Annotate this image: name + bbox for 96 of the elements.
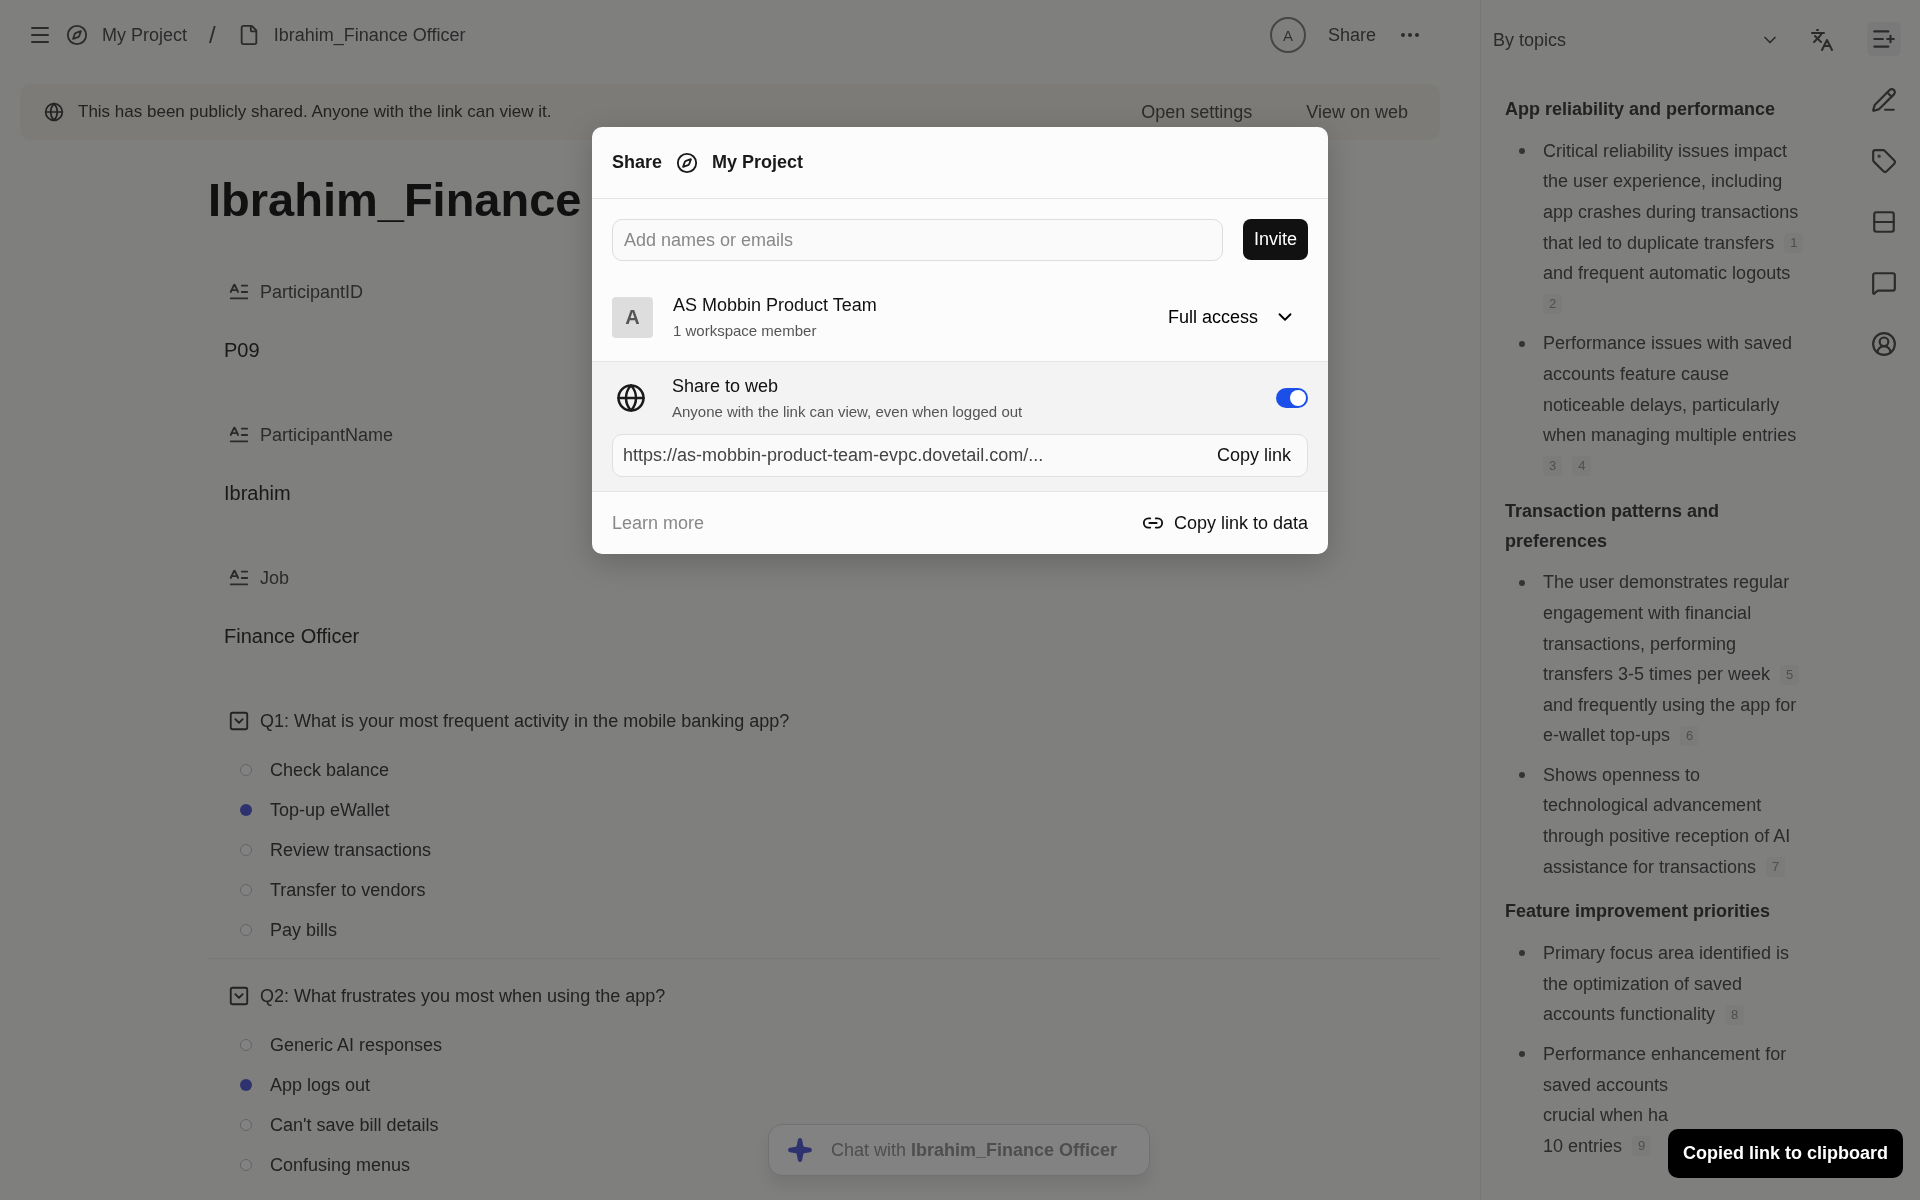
option-label: Pay bills xyxy=(270,919,338,941)
radio-dot[interactable] xyxy=(240,1119,252,1131)
bullet-dot xyxy=(1519,579,1525,586)
summary-text: Critical reliability issues impact xyxy=(1543,140,1788,162)
summary-text: the optimization of saved xyxy=(1543,973,1743,995)
section-heading: Feature improvement priorities xyxy=(1505,900,1772,924)
summary-text: 10 entries xyxy=(1543,1135,1623,1157)
summary-text: and frequent automatic logouts xyxy=(1543,263,1791,285)
option-label: Transfer to vendors xyxy=(270,879,426,901)
option-label: Confusing menus xyxy=(270,1154,411,1176)
field-value: Ibrahim xyxy=(224,482,291,505)
user-avatar: A xyxy=(1269,17,1306,53)
radio-dot[interactable] xyxy=(240,764,252,776)
compass-icon xyxy=(676,151,699,174)
summary-text: transactions, performing xyxy=(1543,633,1737,655)
access-dropdown[interactable]: Full access xyxy=(1167,306,1308,328)
breadcrumb-link[interactable]: Ibrahim_Finance Officer xyxy=(273,24,466,46)
bullet-dot xyxy=(1519,148,1525,154)
sparkle-icon xyxy=(787,1137,813,1163)
summary-text: app crashes during transactions xyxy=(1543,202,1799,223)
summary-text: accounts functionality xyxy=(1543,1004,1716,1026)
breadcrumb-link[interactable]: My Project xyxy=(102,24,188,46)
summary-text: The user demonstrates regular xyxy=(1543,572,1790,594)
grouping-select[interactable]: By topics xyxy=(1493,29,1780,51)
summary-text: technological advancement xyxy=(1543,795,1762,817)
field-value: Finance Officer xyxy=(224,625,360,648)
radio-dot[interactable] xyxy=(240,844,252,856)
summary-text: the user experience, including xyxy=(1543,171,1783,193)
globe-icon xyxy=(44,102,64,122)
section-heading: App reliability and performance xyxy=(1505,98,1777,121)
summary-text: e-wallet top-ups xyxy=(1543,725,1671,747)
option-label: Review transactions xyxy=(270,839,432,861)
globe-icon xyxy=(616,383,646,413)
field-label: ParticipantID xyxy=(260,281,364,303)
summary-text: when managing multiple entries xyxy=(1543,425,1797,447)
document-title: Ibrahim_Finance xyxy=(208,172,582,228)
link-field[interactable]: https://as-mobbin-product-team-evpc.dovetail.com/... Copy link xyxy=(612,434,1308,477)
field-label: Job xyxy=(260,567,290,589)
share-web-title: Share to web xyxy=(672,376,780,397)
bullet-dot xyxy=(1519,340,1525,347)
radio-dot[interactable] xyxy=(240,1159,252,1171)
summary-text: that led to duplicate transfers xyxy=(1543,232,1775,254)
bullet-dot xyxy=(1519,950,1525,957)
summary-text: crucial when ha xyxy=(1543,1105,1669,1127)
option-label: Top-up eWallet xyxy=(270,799,390,821)
compass-icon xyxy=(66,24,88,46)
list-plus-icon[interactable] xyxy=(1867,22,1901,56)
summary-text: Performance enhancement for xyxy=(1543,1044,1787,1066)
bullet-dot xyxy=(1519,1051,1525,1058)
bullet-dot xyxy=(1519,772,1525,779)
translate-icon[interactable] xyxy=(1810,28,1834,52)
team-detail: 1 workspace member xyxy=(673,322,818,339)
share-button[interactable]: Share xyxy=(1319,20,1384,50)
banner-link[interactable]: View on web xyxy=(1298,97,1416,127)
field-label: ParticipantName xyxy=(260,424,394,446)
team-name: AS Mobbin Product Team xyxy=(673,295,878,316)
summary-text: transfers 3-5 times per week xyxy=(1543,664,1771,686)
summary-text: through positive reception of AI xyxy=(1543,826,1791,848)
select-field-icon xyxy=(228,710,250,732)
dialog-title: Share xyxy=(612,152,663,173)
question-label: Q2: What frustrates you most when using the app? xyxy=(260,985,666,1007)
option-label: Generic AI responses xyxy=(270,1034,443,1056)
radio-dot[interactable] xyxy=(240,1039,252,1051)
section-heading: Transaction patterns and preferences xyxy=(1505,499,1721,553)
breadcrumb-separator: / xyxy=(209,21,216,49)
summary-text: Primary focus area identified is xyxy=(1543,943,1790,965)
summary-text: saved accounts xyxy=(1543,1074,1669,1096)
question-label: Q1: What is your most frequent activity in the mobile banking app? xyxy=(260,710,790,732)
invite-field[interactable]: Add names or emails xyxy=(612,219,1223,261)
select-field-icon xyxy=(228,985,250,1007)
invite-button[interactable]: Invite xyxy=(1242,219,1308,260)
summary-text: Performance issues with saved xyxy=(1543,333,1793,355)
summary-text: noticeable delays, particularly xyxy=(1543,394,1780,416)
copy-link-button[interactable]: Copy link xyxy=(1210,444,1297,467)
share-web-subtitle: Anyone with the link can view, even when logged out xyxy=(672,403,1024,420)
banner-text: This has been publicly shared. Anyone with the link can view it. xyxy=(78,102,553,122)
learn-more-link[interactable]: Learn more xyxy=(612,512,705,534)
option-label: Check balance xyxy=(270,759,390,781)
field-value: P09 xyxy=(224,339,260,362)
radio-dot[interactable] xyxy=(240,1079,252,1091)
share-web-toggle[interactable] xyxy=(1276,388,1308,408)
summary-text: engagement with financial xyxy=(1543,602,1752,624)
radio-dot[interactable] xyxy=(240,884,252,896)
project-name: My Project xyxy=(712,152,804,173)
radio-dot[interactable] xyxy=(240,804,252,816)
option-label: App logs out xyxy=(270,1074,371,1096)
option-label: Can't save bill details xyxy=(270,1114,439,1136)
toast-message: Copied link to clipboard xyxy=(1668,1129,1903,1178)
team-avatar: A xyxy=(612,296,653,338)
summary-text: and frequently using the app for xyxy=(1543,694,1797,716)
banner-link[interactable]: Open settings xyxy=(1133,97,1261,127)
copy-data-button[interactable]: Copy link to data xyxy=(1141,512,1308,534)
summary-text: accounts feature cause xyxy=(1543,363,1730,385)
radio-dot[interactable] xyxy=(240,924,252,936)
summary-text: assistance for transactions xyxy=(1543,856,1757,878)
summary-text: Shows openness to xyxy=(1543,764,1701,786)
